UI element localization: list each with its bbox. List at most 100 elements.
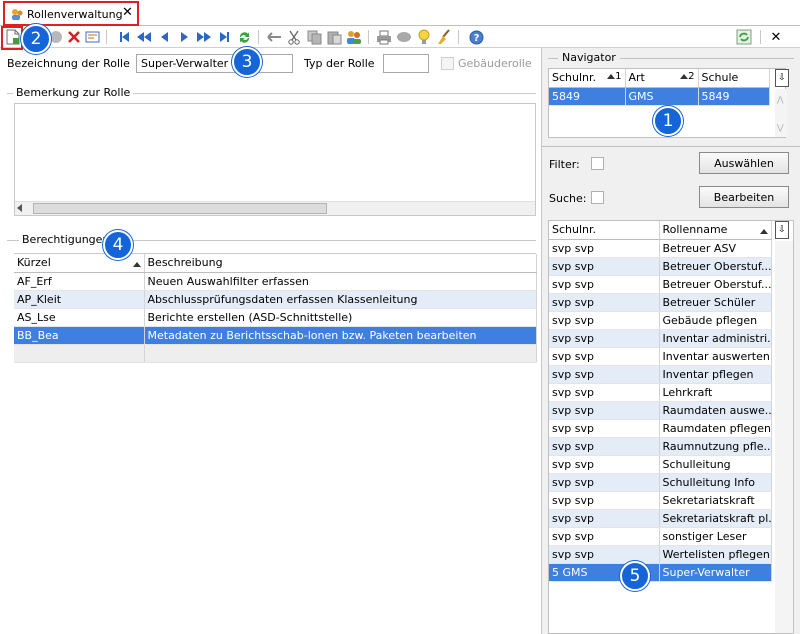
scroll-left-icon[interactable] bbox=[17, 204, 22, 212]
table-row[interactable]: svp svp Betreuer Oberstuf... bbox=[549, 275, 772, 294]
table-cell: svp svp bbox=[549, 383, 660, 402]
tab-close-icon[interactable]: ✕ bbox=[122, 5, 133, 20]
next-record-button[interactable] bbox=[176, 29, 192, 45]
search-checkbox[interactable] bbox=[591, 191, 604, 204]
building-role-checkbox[interactable] bbox=[441, 57, 454, 70]
table-row-empty[interactable] bbox=[14, 344, 537, 363]
table-cell: Betreuer Oberstuf... bbox=[659, 257, 772, 276]
back-button[interactable] bbox=[266, 29, 282, 45]
table-row[interactable]: svp svp Inventar administri... bbox=[549, 329, 772, 348]
table-cell: Berichte erstellen (ASD-Schnittstelle) bbox=[144, 308, 537, 327]
oval-icon bbox=[397, 32, 411, 42]
table-row[interactable]: svp svp Betreuer ASV bbox=[549, 239, 772, 258]
permissions-group-title: Berechtigungen bbox=[19, 233, 113, 246]
highlight-box bbox=[1, 26, 23, 50]
table-cell: svp svp bbox=[549, 545, 660, 564]
roles-scrollbar[interactable] bbox=[775, 241, 793, 633]
sort-asc-icon bbox=[759, 229, 768, 235]
table-row[interactable]: svp svp Inventar pflegen bbox=[549, 365, 772, 384]
refresh-button[interactable] bbox=[236, 29, 252, 45]
table-row[interactable]: svp svp Betreuer Schüler bbox=[549, 293, 772, 312]
col-kuerzel-label: Kürzel bbox=[17, 256, 51, 270]
table-row[interactable]: svp svp Sekretariatskraft pl... bbox=[549, 509, 772, 528]
scroll-up-icon[interactable]: ⋀ bbox=[777, 95, 784, 104]
table-row[interactable]: svp svp sonstiger Leser bbox=[549, 527, 772, 546]
table-row[interactable]: svp svp Raumdaten auswe... bbox=[549, 401, 772, 420]
preview-button[interactable] bbox=[396, 29, 412, 45]
table-row-selected[interactable]: 5849 GMS 5849 bbox=[549, 87, 770, 106]
role-type-input[interactable] bbox=[383, 54, 429, 73]
form-view-button[interactable] bbox=[84, 29, 100, 45]
col-rollenname-header[interactable]: Rollenname bbox=[659, 221, 772, 240]
prev-record-button[interactable] bbox=[156, 29, 172, 45]
col-art-header[interactable]: Art 2 bbox=[625, 69, 699, 88]
users-button[interactable] bbox=[346, 29, 362, 45]
close-window-icon[interactable]: ✕ bbox=[768, 29, 784, 45]
next-page-icon-b bbox=[204, 32, 211, 42]
table-cell: Metadaten zu Berichtsschab-lonen bzw. Pa… bbox=[144, 326, 537, 345]
table-row[interactable]: svp svp Raumdaten pflegen bbox=[549, 419, 772, 438]
table-row[interactable]: svp svp Schulleitung Info bbox=[549, 473, 772, 492]
scroll-thumb[interactable] bbox=[33, 203, 327, 214]
table-row[interactable]: AS_Lse Berichte erstellen (ASD-Schnittste… bbox=[14, 308, 537, 327]
table-cell: svp svp bbox=[549, 311, 660, 330]
table-cell: svp svp bbox=[549, 257, 660, 276]
table-row[interactable]: AF_Erf Neuen Auswahlfilter erfassen bbox=[14, 272, 537, 291]
select-button[interactable]: Auswählen bbox=[699, 152, 789, 174]
table-row-selected[interactable]: BB_Bea Metadaten zu Berichtsschab-lonen b… bbox=[14, 326, 537, 345]
last-record-button[interactable] bbox=[216, 29, 232, 45]
window-refresh-button[interactable] bbox=[736, 29, 752, 45]
tab-rollenverwaltung[interactable]: Rollenverwaltung ✕ bbox=[3, 1, 139, 26]
hint-button[interactable] bbox=[416, 29, 432, 45]
prev-page-button[interactable] bbox=[136, 29, 152, 45]
next-page-button[interactable] bbox=[196, 29, 212, 45]
roles-tab-icon bbox=[12, 9, 23, 20]
col-schulnr-label: Schulnr. bbox=[552, 71, 597, 85]
permissions-group: Berechtigungen bbox=[7, 233, 536, 246]
paste-button[interactable] bbox=[326, 29, 342, 45]
col-schulnr-header[interactable]: Schulnr. 1 bbox=[549, 69, 626, 88]
callout-badge-5: 5 bbox=[620, 561, 650, 591]
remark-scrollbar[interactable] bbox=[15, 201, 535, 215]
copy-button[interactable] bbox=[306, 29, 322, 45]
table-row[interactable]: svp svp Betreuer Oberstuf... bbox=[549, 257, 772, 276]
table-row[interactable]: svp svp Wertelisten pflegen bbox=[549, 545, 772, 564]
table-cell: svp svp bbox=[549, 437, 660, 456]
table-cell: Abschlussprüfungsdaten erfassen Klassenl… bbox=[144, 290, 537, 309]
table-row[interactable]: svp svp Inventar auswerten bbox=[549, 347, 772, 366]
school-grid-scrollbar[interactable]: ⋀ ⋁ bbox=[775, 89, 787, 137]
back-arrow-icon bbox=[266, 32, 281, 42]
table-cell: Inventar administri... bbox=[659, 329, 772, 348]
col-beschreibung-header[interactable]: Beschreibung bbox=[144, 254, 537, 273]
col-schule-label: Schule bbox=[701, 71, 739, 85]
column-chooser-icon[interactable]: ⇩ bbox=[775, 221, 789, 239]
role-name-input[interactable]: Super-Verwalter bbox=[136, 54, 293, 73]
filter-label: Filter: bbox=[549, 158, 580, 171]
svg-text:?: ? bbox=[473, 33, 479, 44]
form-icon bbox=[85, 31, 99, 43]
table-row[interactable]: svp svp Raumnutzung pfle... bbox=[549, 437, 772, 456]
col-schulnr-header[interactable]: Schulnr. bbox=[549, 221, 660, 240]
cut-button[interactable] bbox=[286, 29, 302, 45]
column-chooser-icon[interactable]: ⇩ bbox=[775, 69, 789, 87]
col-schule-header[interactable]: Schule bbox=[698, 69, 770, 88]
next-arrow-icon bbox=[180, 32, 188, 42]
edit-button[interactable]: Bearbeiten bbox=[699, 186, 789, 208]
table-row[interactable]: svp svp Lehrkraft bbox=[549, 383, 772, 402]
table-row[interactable]: AP_Kleit Abschlussprüfungsdaten erfassen … bbox=[14, 290, 537, 309]
table-row[interactable]: svp svp Sekretariatskraft bbox=[549, 491, 772, 510]
table-row[interactable]: svp svp Gebäude pflegen bbox=[549, 311, 772, 330]
delete-button[interactable] bbox=[66, 29, 82, 45]
table-cell: svp svp bbox=[549, 401, 660, 420]
remark-textarea[interactable] bbox=[14, 103, 536, 216]
table-row-selected[interactable]: 5 GMS Super-Verwalter bbox=[549, 563, 772, 582]
scroll-down-icon[interactable]: ⋁ bbox=[777, 123, 784, 132]
clean-button[interactable] bbox=[436, 29, 452, 45]
table-row[interactable]: svp svp Schulleitung bbox=[549, 455, 772, 474]
print-button[interactable] bbox=[376, 29, 392, 45]
filter-checkbox[interactable] bbox=[591, 157, 604, 170]
help-button[interactable]: ? bbox=[468, 29, 484, 45]
table-cell: svp svp bbox=[549, 509, 660, 528]
first-record-button[interactable] bbox=[116, 29, 132, 45]
help-icon: ? bbox=[469, 30, 483, 44]
